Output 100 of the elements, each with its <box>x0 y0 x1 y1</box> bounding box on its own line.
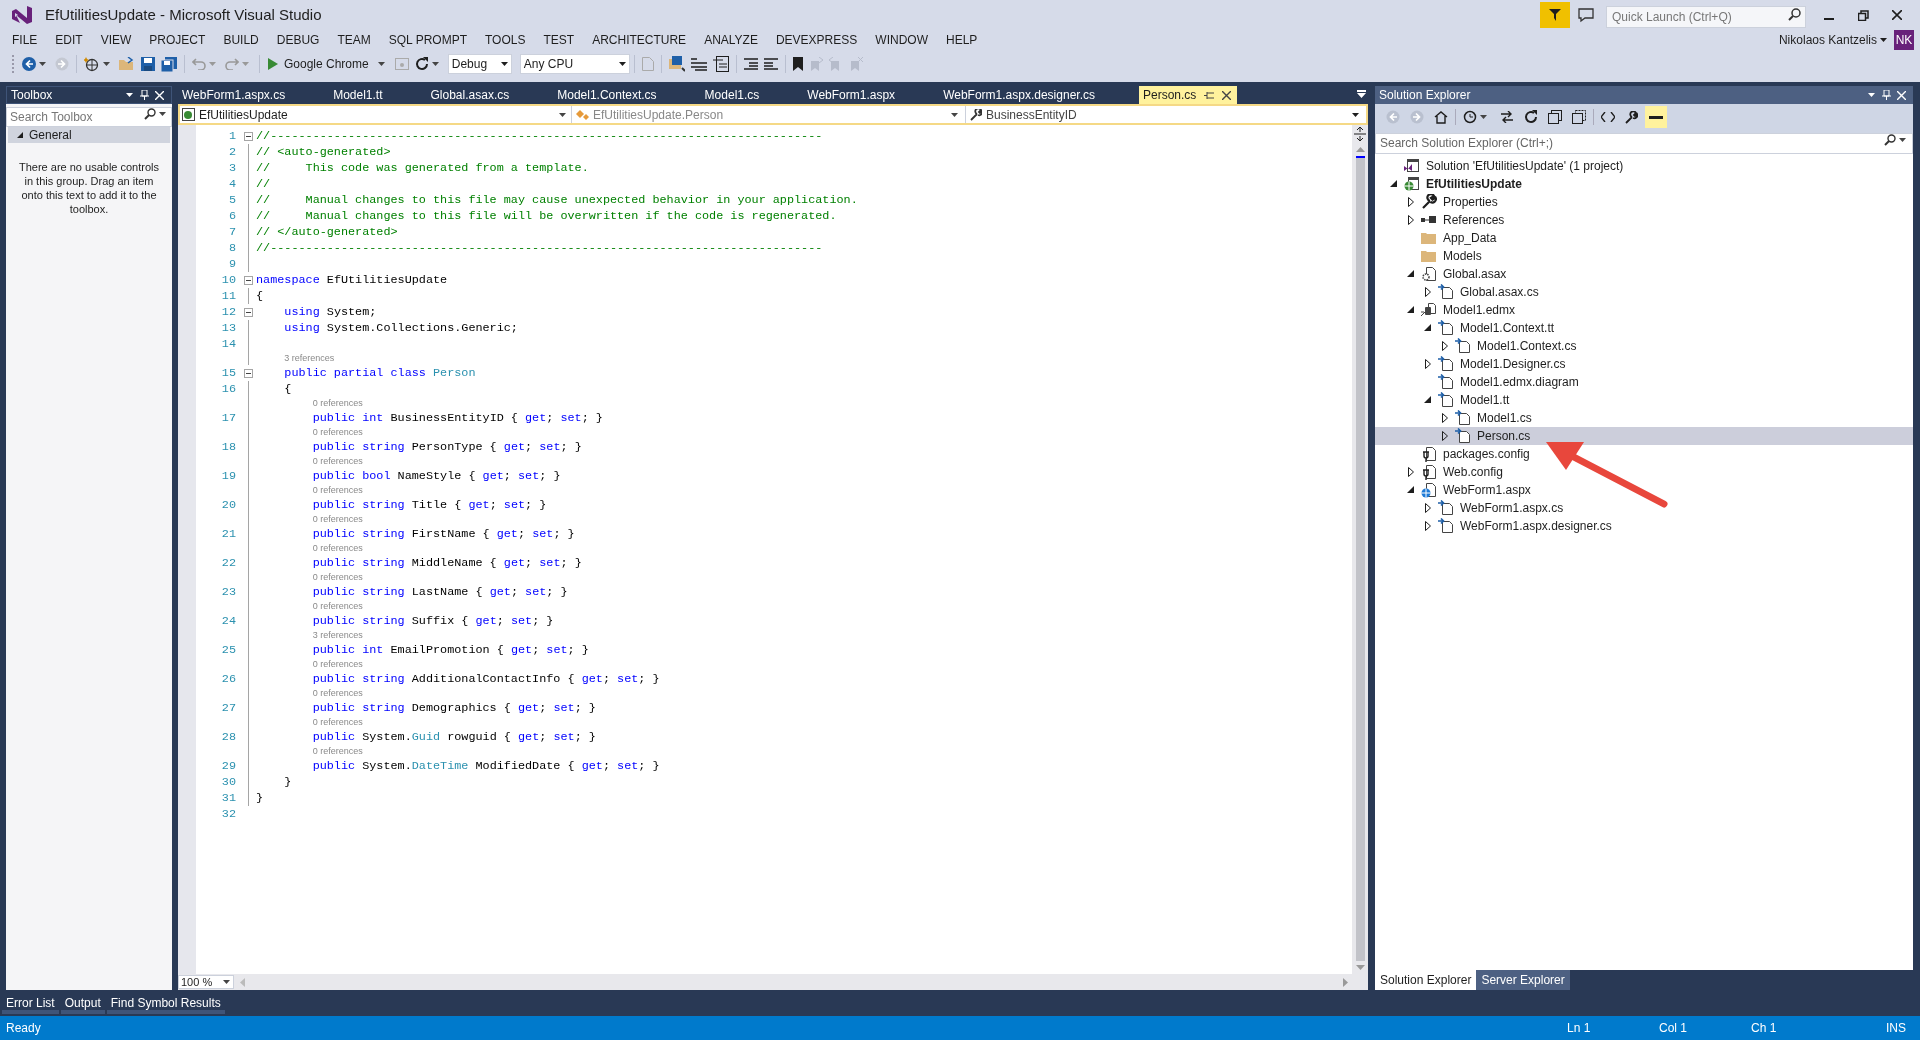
document-tab[interactable]: WebForm1.aspx <box>803 86 940 104</box>
tree-item[interactable]: Global.asax <box>1375 265 1913 283</box>
preview-selected-button[interactable] <box>1645 106 1667 128</box>
reference-count-link[interactable]: 3 references <box>312 629 363 642</box>
menu-item[interactable]: FILE <box>3 31 47 49</box>
menu-item[interactable]: DEBUG <box>267 31 329 49</box>
collapse-box-icon[interactable] <box>243 131 253 141</box>
tree-item[interactable]: EfUtilitiesUpdate <box>1375 175 1913 193</box>
tree-item[interactable]: App_Data <box>1375 229 1913 247</box>
type-dropdown[interactable]: EfUtilitiesUpdate.Person <box>572 106 966 123</box>
search-toolbox-field[interactable]: Search Toolbox <box>6 107 172 127</box>
menu-item[interactable]: TEST <box>534 31 584 49</box>
code-line: public string Title { get; set; } <box>311 497 547 513</box>
reference-count-link[interactable]: 0 references <box>312 426 363 439</box>
toolbox-group-header[interactable]: General <box>8 127 170 143</box>
tree-item-label: Web.config <box>1443 464 1503 481</box>
search-icon[interactable] <box>144 108 156 120</box>
tree-item[interactable]: Solution 'EfUtilitiesUpdate' (1 project) <box>1375 157 1913 175</box>
tab-list-dropdown-icon[interactable] <box>1357 90 1366 98</box>
document-tab[interactable]: Model1.Context.cs <box>553 86 701 104</box>
tree-item[interactable]: Model1.Context.tt <box>1375 319 1913 337</box>
caret-icon[interactable] <box>1868 93 1875 97</box>
document-tab[interactable]: Global.asax.cs <box>426 86 554 104</box>
menu-item[interactable]: DEVEXPRESS <box>766 31 867 49</box>
menu-item[interactable]: BUILD <box>214 31 268 49</box>
reference-count-link[interactable]: 0 references <box>312 745 363 758</box>
member-dropdown[interactable]: BusinessEntityID <box>966 106 1366 123</box>
reference-count-link[interactable]: 0 references <box>312 513 363 526</box>
menu-item[interactable]: ARCHITECTURE <box>583 31 696 49</box>
reference-count-link[interactable]: 0 references <box>312 658 363 671</box>
tree-item[interactable]: Model1.tt <box>1375 391 1913 409</box>
notifications-button[interactable] <box>1540 2 1570 28</box>
tree-item-label: Models <box>1443 248 1482 265</box>
tree-item[interactable]: Person.cs <box>1375 427 1913 445</box>
tree-item[interactable]: Model1.Designer.cs <box>1375 355 1913 373</box>
document-tab[interactable]: Model1.tt <box>329 86 427 104</box>
tree-item[interactable]: Web.config <box>1375 463 1913 481</box>
tree-item[interactable]: Model1.edmx <box>1375 301 1913 319</box>
reference-count-link[interactable]: 3 references <box>284 352 335 365</box>
menu-item[interactable]: HELP <box>936 31 987 49</box>
tree-item[interactable]: WebForm1.aspx.cs <box>1375 499 1913 517</box>
bookmark-arrow-icon <box>808 57 823 71</box>
line-number: 19 <box>220 468 237 484</box>
reference-count-link[interactable]: 0 references <box>312 600 363 613</box>
reference-count-link[interactable]: 0 references <box>312 716 363 729</box>
tree-item[interactable]: Global.asax.cs <box>1375 283 1913 301</box>
tree-item[interactable]: Model1.cs <box>1375 409 1913 427</box>
panel-tab[interactable]: Server Explorer <box>1476 970 1570 990</box>
tree-item[interactable]: Models <box>1375 247 1913 265</box>
menu-item[interactable]: WINDOW <box>866 31 937 49</box>
caret-icon <box>618 62 626 66</box>
menu-item[interactable]: ANALYZE <box>695 31 767 49</box>
collapse-box-icon[interactable] <box>243 307 253 317</box>
configuration-dropdown[interactable]: Debug <box>447 54 512 74</box>
menu-item[interactable]: TOOLS <box>476 31 535 49</box>
panel-tab[interactable]: Solution Explorer <box>1375 970 1477 990</box>
document-tab[interactable]: Person.cs <box>1139 86 1238 104</box>
collapse-box-icon[interactable] <box>243 275 253 285</box>
platform-dropdown[interactable]: Any CPU <box>519 54 630 74</box>
menu-item[interactable]: EDIT <box>46 31 92 49</box>
search-icon[interactable] <box>1788 8 1801 21</box>
tree-item-label: WebForm1.aspx.cs <box>1460 500 1564 517</box>
user-account-button[interactable]: Nikolaos Kantzelis <box>1778 31 1890 49</box>
caret-icon[interactable] <box>126 93 133 97</box>
zoom-dropdown[interactable]: 100 % <box>178 975 234 989</box>
scrollbar-thumb[interactable] <box>1355 156 1365 961</box>
search-solution-explorer-field[interactable]: Search Solution Explorer (Ctrl+;) <box>1375 132 1913 154</box>
reference-count-link[interactable]: 0 references <box>312 397 363 410</box>
close-icon[interactable] <box>1222 90 1232 100</box>
menu-item[interactable]: TEAM <box>328 31 380 49</box>
split-handle-icon[interactable] <box>1354 127 1366 141</box>
menu-item[interactable]: PROJECT <box>140 31 215 49</box>
menu-item[interactable]: VIEW <box>91 31 141 49</box>
collapse-box-icon[interactable] <box>243 368 253 378</box>
pin-icon[interactable] <box>1204 90 1215 100</box>
tree-item[interactable]: WebForm1.aspx <box>1375 481 1913 499</box>
document-tab[interactable]: WebForm1.aspx.designer.cs <box>939 86 1139 104</box>
document-tab[interactable]: WebForm1.aspx.cs <box>178 86 330 104</box>
reference-count-link[interactable]: 0 references <box>312 455 363 468</box>
reference-count-link[interactable]: 0 references <box>312 571 363 584</box>
tree-item[interactable]: Model1.Context.cs <box>1375 337 1913 355</box>
tree-item-label: WebForm1.aspx.designer.cs <box>1460 518 1612 535</box>
tree-item[interactable]: packages.config <box>1375 445 1913 463</box>
project-dropdown[interactable]: EfUtilitiesUpdate <box>180 106 572 123</box>
tree-item[interactable]: Properties <box>1375 193 1913 211</box>
menu-item[interactable]: SQL PROMPT <box>379 31 476 49</box>
user-initials-badge[interactable]: NK <box>1894 30 1914 50</box>
tree-item[interactable]: WebForm1.aspx.designer.cs <box>1375 517 1913 535</box>
home-icon <box>1434 110 1448 124</box>
reference-count-link[interactable]: 0 references <box>312 484 363 497</box>
bookmark-cross-icon <box>848 57 863 71</box>
tree-item[interactable]: Model1.edmx.diagram <box>1375 373 1913 391</box>
reference-count-link[interactable]: 0 references <box>312 687 363 700</box>
reference-count-link[interactable]: 0 references <box>312 542 363 555</box>
search-icon[interactable] <box>1884 134 1896 146</box>
start-debugging-button[interactable]: Google Chrome <box>264 53 392 75</box>
quick-launch-field[interactable]: Quick Launch (Ctrl+Q) <box>1606 6 1806 28</box>
tree-item-label: Person.cs <box>1477 428 1531 445</box>
tree-item[interactable]: References <box>1375 211 1913 229</box>
document-tab[interactable]: Model1.cs <box>700 86 804 104</box>
